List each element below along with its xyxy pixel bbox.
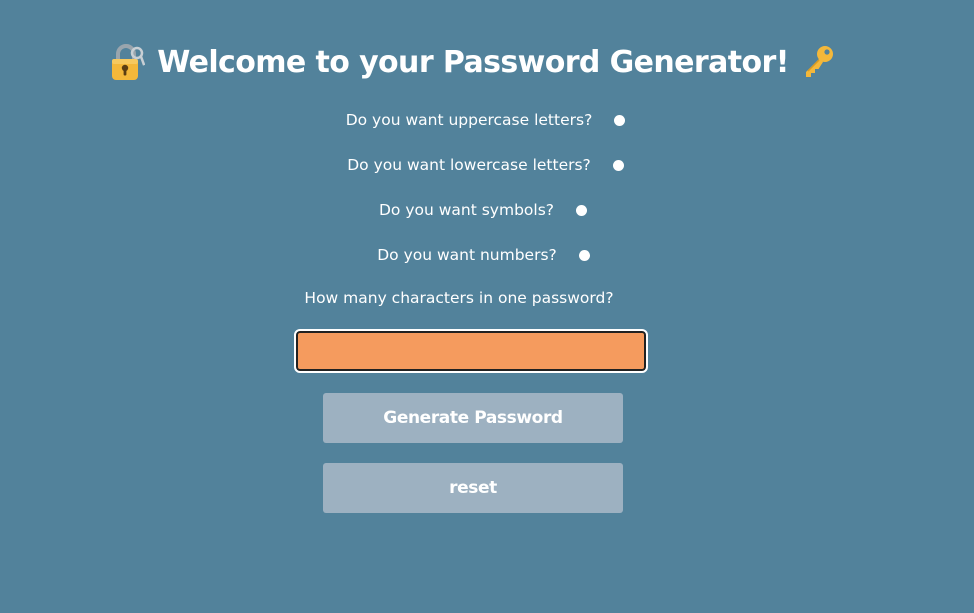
numbers-label: Do you want numbers? bbox=[377, 246, 557, 264]
uppercase-option: Do you want uppercase letters? bbox=[0, 108, 974, 132]
password-length-input[interactable] bbox=[294, 329, 648, 373]
key-icon bbox=[801, 42, 837, 82]
uppercase-label: Do you want uppercase letters? bbox=[345, 111, 593, 129]
header: Welcome to your Password Generator! bbox=[0, 42, 946, 82]
reset-button[interactable]: reset bbox=[323, 463, 623, 513]
uppercase-radio[interactable] bbox=[614, 114, 626, 126]
password-length-label: How many characters in one password? bbox=[304, 289, 614, 307]
locked-with-key-icon bbox=[109, 42, 146, 82]
numbers-option: Do you want numbers? bbox=[0, 243, 974, 267]
symbols-option: Do you want symbols? bbox=[0, 198, 974, 222]
generate-password-button[interactable]: Generate Password bbox=[323, 393, 623, 443]
lowercase-radio[interactable] bbox=[612, 159, 624, 171]
lowercase-option: Do you want lowercase letters? bbox=[0, 153, 974, 177]
lowercase-label: Do you want lowercase letters? bbox=[347, 156, 591, 174]
symbols-label: Do you want symbols? bbox=[378, 201, 555, 219]
page-title: Welcome to your Password Generator! bbox=[157, 44, 789, 80]
numbers-radio[interactable] bbox=[578, 249, 590, 261]
symbols-radio[interactable] bbox=[576, 204, 588, 216]
